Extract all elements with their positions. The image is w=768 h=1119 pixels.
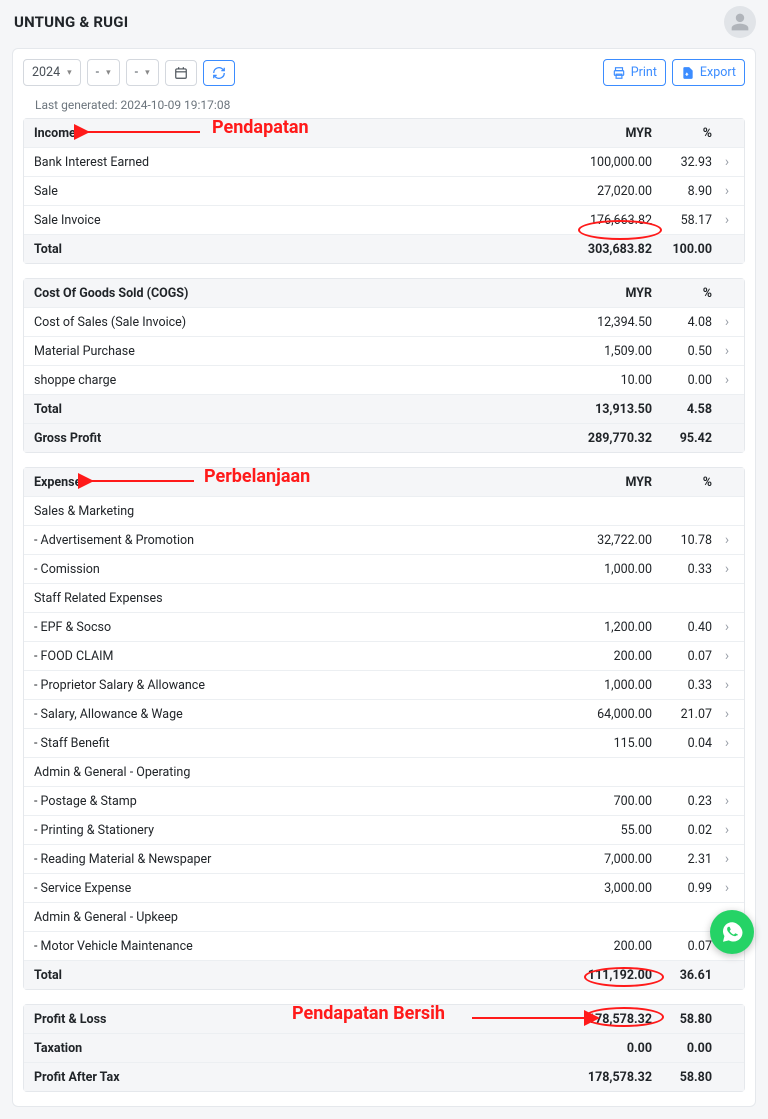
- report-card: 2024 ▾ - ▾ - ▾ Print: [12, 48, 756, 1107]
- chevron-right-icon: ›: [716, 154, 738, 170]
- expense-group-header: Staff Related Expenses›: [24, 583, 744, 612]
- table-row[interactable]: - Staff Benefit 115.00 0.04 ›: [24, 728, 744, 757]
- printer-icon: [612, 66, 626, 80]
- chevron-right-icon: ›: [716, 706, 738, 722]
- income-header-row: Income MYR % ›: [24, 119, 744, 147]
- table-row[interactable]: - Printing & Stationery 55.00 0.02 ›: [24, 815, 744, 844]
- expense-header: Expense: [34, 475, 566, 490]
- expense-group-header: Admin & General - Upkeep›: [24, 902, 744, 931]
- export-icon: [681, 66, 695, 80]
- income-header: Income: [34, 126, 566, 141]
- table-row[interactable]: Cost of Sales (Sale Invoice) 12,394.50 4…: [24, 307, 744, 336]
- chevron-right-icon: ›: [716, 851, 738, 867]
- table-row[interactable]: shoppe charge 10.00 0.00 ›: [24, 365, 744, 394]
- expense-header-row: Expense MYR % ›: [24, 468, 744, 496]
- year-value: 2024: [32, 65, 60, 80]
- whatsapp-icon: [720, 920, 744, 944]
- export-button[interactable]: Export: [672, 59, 745, 86]
- table-row[interactable]: - FOOD CLAIM 200.00 0.07 ›: [24, 641, 744, 670]
- chevron-right-icon: ›: [716, 822, 738, 838]
- chevron-right-icon: ›: [716, 880, 738, 896]
- expense-section: Expense MYR % › Sales & Marketing› - Adv…: [23, 467, 745, 990]
- table-row[interactable]: Material Purchase 1,509.00 0.50 ›: [24, 336, 744, 365]
- chevron-right-icon: ›: [716, 372, 738, 388]
- table-row[interactable]: - Proprietor Salary & Allowance 1,000.00…: [24, 670, 744, 699]
- chevron-right-icon: ›: [716, 212, 738, 228]
- export-label: Export: [700, 65, 736, 80]
- cogs-header-row: Cost Of Goods Sold (COGS) MYR % ›: [24, 279, 744, 307]
- chevron-right-icon: ›: [716, 561, 738, 577]
- col-pct: %: [656, 126, 716, 141]
- user-avatar[interactable]: [724, 6, 756, 38]
- month-value: -: [96, 65, 99, 80]
- month-select[interactable]: - ▾: [87, 59, 120, 86]
- profit-after-tax-row: Profit After Tax 178,578.32 58.80 ›: [24, 1062, 744, 1091]
- pl-row: Profit & Loss 178,578.32 58.80 ›: [24, 1005, 744, 1033]
- chevron-right-icon: ›: [716, 343, 738, 359]
- table-row[interactable]: Sale Invoice 176,663.82 58.17 ›: [24, 205, 744, 234]
- page-title: UNTUNG & RUGI: [14, 13, 128, 31]
- chevron-down-icon: ▾: [145, 68, 150, 78]
- chevron-right-icon: ›: [716, 677, 738, 693]
- refresh-button[interactable]: [203, 60, 235, 86]
- day-value: -: [135, 65, 138, 80]
- whatsapp-button[interactable]: [710, 910, 754, 954]
- print-button[interactable]: Print: [603, 59, 666, 86]
- chevron-right-icon: ›: [716, 619, 738, 635]
- last-generated-label: Last generated: 2024-10-09 19:17:08: [13, 96, 755, 118]
- day-select[interactable]: - ▾: [126, 59, 159, 86]
- chevron-down-icon: ▾: [106, 68, 111, 78]
- cogs-header: Cost Of Goods Sold (COGS): [34, 286, 566, 301]
- chevron-right-icon: ›: [716, 793, 738, 809]
- table-row[interactable]: - Postage & Stamp 700.00 0.23 ›: [24, 786, 744, 815]
- cogs-total-row: Total 13,913.50 4.58 ›: [24, 394, 744, 423]
- col-myr: MYR: [566, 126, 656, 141]
- print-label: Print: [631, 65, 657, 80]
- income-total-row: Total 303,683.82 100.00 ›: [24, 234, 744, 263]
- chevron-right-icon: ›: [716, 532, 738, 548]
- expense-group-header: Admin & General - Operating›: [24, 757, 744, 786]
- expense-total-row: Total 111,192.00 36.61 ›: [24, 960, 744, 989]
- cogs-section: Cost Of Goods Sold (COGS) MYR % › Cost o…: [23, 278, 745, 453]
- user-icon: [730, 12, 750, 32]
- income-section: Income MYR % › Bank Interest Earned 100,…: [23, 118, 745, 264]
- calendar-button[interactable]: [165, 60, 197, 86]
- table-row[interactable]: - Motor Vehicle Maintenance 200.00 0.07 …: [24, 931, 744, 960]
- refresh-icon: [212, 66, 226, 80]
- chevron-right-icon: ›: [716, 183, 738, 199]
- table-row[interactable]: - EPF & Socso 1,200.00 0.40 ›: [24, 612, 744, 641]
- calendar-icon: [174, 66, 188, 80]
- table-row[interactable]: - Salary, Allowance & Wage 64,000.00 21.…: [24, 699, 744, 728]
- pl-section: Profit & Loss 178,578.32 58.80 › Taxatio…: [23, 1004, 745, 1092]
- year-select[interactable]: 2024 ▾: [23, 59, 81, 86]
- chevron-right-icon: ›: [716, 648, 738, 664]
- chevron-right-icon: ›: [716, 735, 738, 751]
- table-row[interactable]: - Advertisement & Promotion 32,722.00 10…: [24, 525, 744, 554]
- table-row[interactable]: Sale 27,020.00 8.90 ›: [24, 176, 744, 205]
- table-row[interactable]: - Reading Material & Newspaper 7,000.00 …: [24, 844, 744, 873]
- table-row[interactable]: Bank Interest Earned 100,000.00 32.93 ›: [24, 147, 744, 176]
- table-row[interactable]: - Service Expense 3,000.00 0.99 ›: [24, 873, 744, 902]
- taxation-row: Taxation 0.00 0.00 ›: [24, 1033, 744, 1062]
- gross-profit-row: Gross Profit 289,770.32 95.42 ›: [24, 423, 744, 452]
- table-row[interactable]: - Comission 1,000.00 0.33 ›: [24, 554, 744, 583]
- chevron-down-icon: ▾: [67, 68, 72, 78]
- toolbar: 2024 ▾ - ▾ - ▾ Print: [13, 49, 755, 96]
- chevron-right-icon: ›: [716, 314, 738, 330]
- expense-group-header: Sales & Marketing›: [24, 496, 744, 525]
